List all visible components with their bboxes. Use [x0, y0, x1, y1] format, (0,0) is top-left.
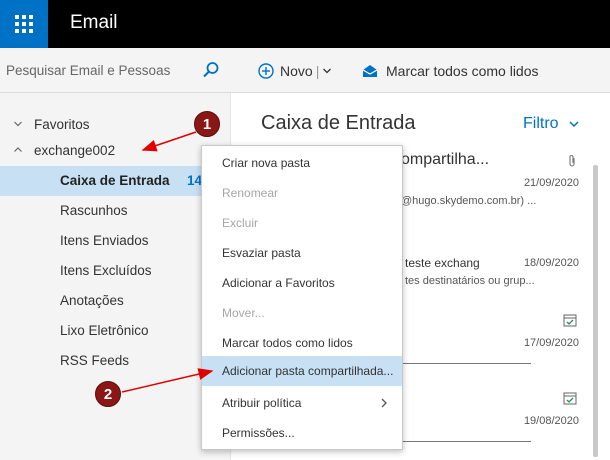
menu-item-permissions[interactable]: Permissões...: [202, 418, 402, 448]
folder-label: Lixo Eletrônico: [60, 323, 149, 338]
mark-all-read-label: Marcar todos como lidos: [386, 63, 539, 79]
app-launcher-button[interactable]: [0, 0, 48, 48]
command-bar: Novo | Marcar todos como lidos: [230, 48, 610, 93]
new-button-separator: |: [315, 63, 320, 79]
message-underline: [381, 441, 531, 442]
menu-item-label: Adicionar a Favoritos: [222, 276, 335, 290]
chevron-down-icon: [569, 121, 579, 128]
filter-label: Filtro: [523, 115, 559, 132]
menu-item-label: Mover...: [222, 306, 265, 320]
chevron-right-icon: [381, 398, 387, 408]
menu-item-label: Excluir: [222, 216, 259, 230]
menu-item-delete: Excluir: [202, 208, 402, 238]
search-box: [0, 48, 230, 93]
menu-item-empty-folder[interactable]: Esvaziar pasta: [202, 238, 402, 268]
favorites-label: Favoritos: [34, 117, 90, 132]
search-input[interactable]: [6, 58, 196, 82]
message-date: 21/09/2020: [523, 177, 579, 189]
calendar-check-icon: [563, 392, 577, 405]
menu-item-mark-all-read[interactable]: Marcar todos como lidos: [202, 328, 402, 358]
folder-label: Caixa de Entrada: [60, 173, 170, 188]
filter-button[interactable]: Filtro: [523, 115, 579, 133]
folder-label: Itens Excluídos: [60, 263, 152, 278]
menu-item-label: Permissões...: [222, 426, 295, 440]
message-preview: @hugo.skydemo.com.br) ...: [401, 195, 537, 207]
outlook-web-window: Email Favoritos exchange002 Caixa de Ent…: [0, 0, 610, 460]
folder-rss[interactable]: RSS Feeds: [0, 346, 230, 376]
folder-notes[interactable]: Anotações: [0, 286, 230, 316]
message-subject: ompartilha...: [401, 151, 490, 168]
unread-count: 14: [187, 173, 203, 188]
folder-label: Anotações: [60, 293, 124, 308]
folder-label: Rascunhos: [60, 203, 128, 218]
search-icon[interactable]: [202, 61, 220, 79]
top-bar: Email: [0, 0, 610, 48]
menu-item-label: Renomear: [222, 186, 279, 200]
app-title: Email: [70, 12, 118, 33]
step-callout-2: 2: [95, 381, 121, 407]
menu-item-assign-policy[interactable]: Atribuir política: [202, 388, 402, 418]
menu-item-label: Marcar todos como lidos: [222, 336, 353, 350]
calendar-check-icon: [563, 314, 577, 327]
folder-sent[interactable]: Itens Enviados: [0, 226, 230, 256]
chevron-up-icon: [14, 147, 22, 152]
folder-drafts[interactable]: Rascunhos: [0, 196, 230, 226]
message-preview: tes destinatários ou grup...: [405, 275, 535, 287]
folder-context-menu: Criar nova pasta Renomear Excluir Esvazi…: [201, 145, 403, 450]
menu-item-create-folder[interactable]: Criar nova pasta: [202, 148, 402, 178]
menu-item-label: Esvaziar pasta: [222, 246, 301, 260]
menu-item-rename: Renomear: [202, 178, 402, 208]
menu-item-label: Criar nova pasta: [222, 156, 311, 170]
new-button-label: Novo: [280, 63, 313, 79]
mark-all-read-button[interactable]: Marcar todos como lidos: [362, 60, 539, 82]
menu-item-add-shared-folder[interactable]: Adicionar pasta compartilhada...: [202, 356, 402, 386]
list-scrollbar[interactable]: [593, 165, 598, 457]
message-date: 19/08/2020: [523, 415, 579, 427]
menu-item-label: Adicionar pasta compartilhada...: [222, 364, 394, 378]
message-date: 18/09/2020: [523, 257, 579, 269]
folder-junk[interactable]: Lixo Eletrônico: [0, 316, 230, 346]
new-button[interactable]: Novo |: [258, 60, 338, 82]
menu-item-move: Mover...: [202, 298, 402, 328]
plus-circle-icon: [258, 63, 274, 79]
step-callout-1: 1: [194, 111, 220, 137]
list-title: Caixa de Entrada: [261, 112, 416, 134]
open-envelope-icon: [362, 65, 378, 77]
account-group[interactable]: exchange002: [0, 136, 230, 166]
folder-inbox[interactable]: Caixa de Entrada 14: [0, 166, 230, 196]
menu-item-add-favorites[interactable]: Adicionar a Favoritos: [202, 268, 402, 298]
message-underline: [381, 363, 531, 364]
chevron-down-icon[interactable]: [322, 66, 332, 76]
account-label: exchange002: [34, 143, 116, 158]
menu-item-label: Atribuir política: [222, 396, 302, 410]
paperclip-icon: [569, 155, 575, 167]
message-date: 17/09/2020: [523, 337, 579, 349]
chevron-down-icon: [14, 121, 22, 127]
folder-label: Itens Enviados: [60, 233, 149, 248]
waffle-icon: [15, 15, 33, 33]
folder-label: RSS Feeds: [60, 353, 130, 368]
message-subject: teste exchang: [405, 256, 480, 270]
folder-deleted[interactable]: Itens Excluídos: [0, 256, 230, 286]
